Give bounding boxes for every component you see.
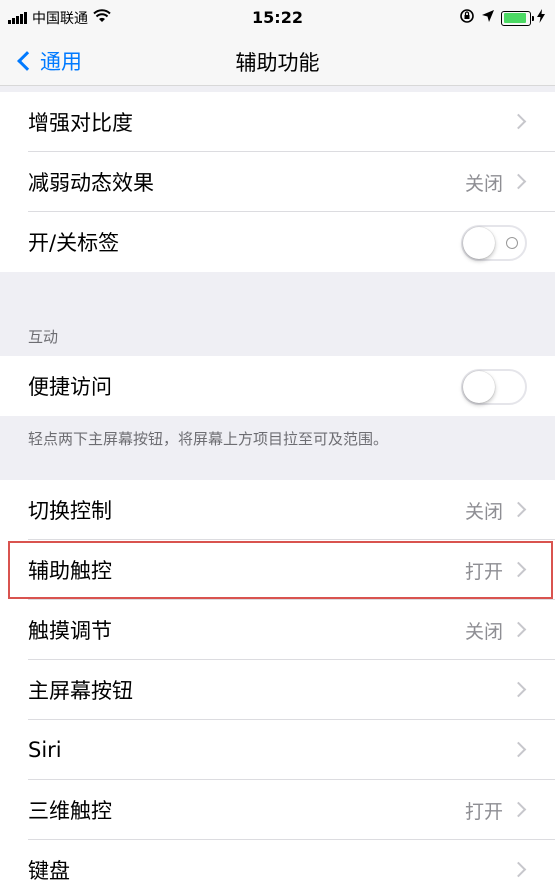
navigation-bar: 通用 辅助功能	[0, 36, 555, 86]
row-assistive-touch[interactable]: 辅助触控 打开	[0, 540, 555, 600]
page-title: 辅助功能	[235, 51, 320, 75]
row-label: 键盘	[28, 859, 70, 883]
row-value: 关闭	[464, 172, 503, 195]
reachability-toggle[interactable]	[461, 369, 527, 405]
charging-icon	[537, 9, 545, 27]
row-value: 关闭	[464, 500, 503, 523]
row-touch-accommodations[interactable]: 触摸调节 关闭	[0, 600, 555, 660]
row-3d-touch[interactable]: 三维触控 打开	[0, 780, 555, 840]
on-off-labels-toggle[interactable]	[461, 225, 527, 261]
row-label: 辅助触控	[28, 559, 112, 583]
location-icon	[481, 9, 495, 27]
row-on-off-labels: 开/关标签	[0, 212, 555, 272]
row-label: Siri	[28, 738, 62, 762]
chevron-right-icon	[510, 113, 527, 130]
row-value: 打开	[464, 560, 503, 583]
toggle-knob	[463, 371, 495, 403]
chevron-right-icon	[510, 561, 527, 578]
row-switch-control[interactable]: 切换控制 关闭	[0, 480, 555, 540]
row-label: 便捷访问	[28, 375, 112, 399]
battery-fill	[503, 13, 526, 23]
orientation-lock-icon	[459, 8, 475, 28]
row-reachability: 便捷访问	[0, 356, 555, 416]
row-label: 主屏幕按钮	[28, 679, 133, 703]
chevron-right-icon	[510, 501, 527, 518]
interaction-group: 便捷访问	[0, 356, 555, 416]
section-header-interaction: 互动	[28, 328, 59, 346]
chevron-right-icon	[510, 173, 527, 190]
reachability-footer: 轻点两下主屏幕按钮，将屏幕上方项目拉至可及范围。	[28, 430, 389, 448]
chevron-right-icon	[510, 741, 527, 758]
display-group: 增强对比度 减弱动态效果 关闭 开/关标签	[0, 92, 555, 272]
row-label: 减弱动态效果	[28, 171, 154, 195]
off-label-icon	[506, 237, 518, 249]
row-label: 三维触控	[28, 799, 112, 823]
row-label: 开/关标签	[28, 231, 120, 255]
chevron-right-icon	[510, 681, 527, 698]
row-value: 关闭	[464, 620, 503, 643]
status-bar: 中国联通 15:22	[0, 0, 555, 36]
row-label: 触摸调节	[28, 619, 112, 643]
toggle-knob	[463, 227, 495, 259]
row-label: 增强对比度	[28, 111, 133, 135]
chevron-right-icon	[510, 801, 527, 818]
chevron-right-icon	[510, 621, 527, 638]
controls-group: 切换控制 关闭 辅助触控 打开 触摸调节 关闭 主屏幕按钮 Siri 三维触控 …	[0, 480, 555, 894]
row-increase-contrast[interactable]: 增强对比度	[0, 92, 555, 152]
row-value: 打开	[464, 800, 503, 823]
chevron-right-icon	[510, 861, 527, 878]
row-reduce-motion[interactable]: 减弱动态效果 关闭	[0, 152, 555, 212]
status-right	[459, 8, 545, 28]
row-keyboard[interactable]: 键盘	[0, 840, 555, 894]
battery-icon	[501, 10, 534, 26]
row-home-button[interactable]: 主屏幕按钮	[0, 660, 555, 720]
row-siri[interactable]: Siri	[0, 720, 555, 780]
row-label: 切换控制	[28, 499, 112, 523]
